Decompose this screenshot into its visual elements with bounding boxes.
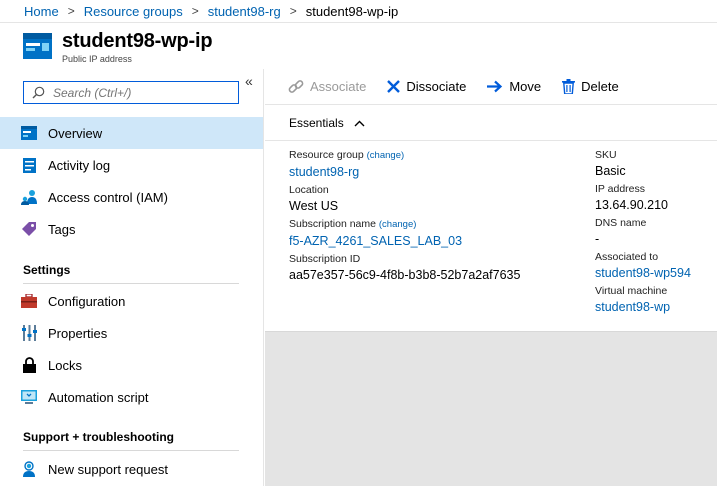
- arrow-right-icon: [487, 80, 503, 93]
- search-icon: [32, 86, 45, 99]
- sidebar-item-activity-log[interactable]: Activity log: [0, 149, 263, 181]
- toolbox-icon: [21, 293, 37, 309]
- ip-address-label: IP address: [595, 183, 646, 195]
- section-divider: [23, 283, 239, 284]
- activity-log-icon: [21, 157, 37, 173]
- sidebar-item-label: Configuration: [48, 293, 126, 309]
- essentials-title: Essentials: [289, 116, 344, 130]
- virtual-machine-link[interactable]: student98-wp: [595, 298, 691, 316]
- page-subtitle: Public IP address: [62, 54, 132, 64]
- sidebar-item-automation-script[interactable]: Automation script: [0, 381, 263, 413]
- subscription-id-value: aa57e357-56c9-4f8b-b3b8-52b7a2af7635: [289, 268, 521, 282]
- chevron-right-icon: >: [289, 4, 297, 18]
- link-icon: [288, 79, 304, 95]
- dns-name-value: -: [595, 232, 600, 246]
- search-box[interactable]: [23, 81, 239, 104]
- resource-group-link[interactable]: student98-rg: [289, 163, 520, 181]
- subscription-name-link[interactable]: f5-AZR_4261_SALES_LAB_03: [289, 232, 520, 250]
- breadcrumb-resource-groups[interactable]: Resource groups: [84, 4, 183, 19]
- essentials-right-column: SKU Basic IP address 13.64.90.210 DNS na…: [595, 148, 691, 318]
- trash-icon: [562, 79, 576, 94]
- sidebar-item-label: Properties: [48, 325, 108, 341]
- associated-to-label: Associated to: [595, 251, 659, 263]
- delete-button[interactable]: Delete: [562, 79, 619, 94]
- breadcrumb: Home > Resource groups > student98-rg > …: [0, 0, 717, 23]
- automation-script-icon: [21, 389, 37, 405]
- lock-icon: [21, 357, 37, 373]
- sidebar-item-overview[interactable]: Overview: [0, 117, 263, 149]
- sidebar-item-label: Locks: [48, 357, 82, 373]
- chevron-right-icon: >: [67, 4, 75, 18]
- breadcrumb-current: student98-wp-ip: [305, 3, 399, 19]
- subscription-name-label: Subscription name: [289, 218, 376, 230]
- sidebar-item-configuration[interactable]: Configuration: [0, 285, 263, 317]
- public-ip-icon: [23, 33, 52, 59]
- sidebar-item-access-control[interactable]: Access control (IAM): [0, 181, 263, 213]
- ip-address-value: 13.64.90.210: [595, 198, 668, 212]
- virtual-machine-label: Virtual machine: [595, 285, 668, 297]
- sidebar-item-label: Access control (IAM): [48, 189, 168, 205]
- dissociate-button[interactable]: Dissociate: [387, 79, 466, 94]
- close-icon: [387, 80, 401, 93]
- tag-icon: [21, 221, 37, 237]
- essentials-toggle[interactable]: Essentials: [265, 106, 717, 141]
- sku-value: Basic: [595, 164, 626, 178]
- move-button[interactable]: Move: [487, 79, 541, 94]
- essentials-left-column: Resource group (change) student98-rg Loc…: [289, 148, 520, 286]
- sidebar-item-properties[interactable]: Properties: [0, 317, 263, 349]
- sidebar-item-locks[interactable]: Locks: [0, 349, 263, 381]
- sidebar-item-label: Overview: [48, 125, 103, 141]
- sidebar-item-label: Tags: [48, 221, 76, 237]
- content-area: [265, 331, 717, 486]
- chevron-right-icon: >: [191, 4, 199, 18]
- collapse-sidebar-button[interactable]: «: [245, 73, 253, 89]
- support-person-icon: [21, 461, 37, 477]
- settings-section-title: Settings: [23, 263, 71, 277]
- sidebar-item-label: Activity log: [48, 157, 111, 173]
- dns-name-label: DNS name: [595, 217, 647, 229]
- command-bar: Associate Dissociate Move Delete: [265, 69, 717, 105]
- subscription-id-label: Subscription ID: [289, 253, 361, 265]
- resource-group-label: Resource group: [289, 149, 364, 161]
- overview-icon: [21, 125, 37, 141]
- location-label: Location: [289, 184, 329, 196]
- associated-to-link[interactable]: student98-wp594: [595, 264, 691, 282]
- sku-label: SKU: [595, 149, 617, 161]
- properties-icon: [21, 325, 37, 341]
- iam-icon: [21, 189, 37, 205]
- sidebar-item-label: Automation script: [48, 389, 149, 405]
- change-subscription-link[interactable]: (change): [379, 219, 417, 230]
- breadcrumb-resource-group[interactable]: student98-rg: [208, 4, 281, 19]
- sidebar-item-label: New support request: [48, 461, 168, 477]
- breadcrumb-home[interactable]: Home: [24, 4, 59, 19]
- resource-header: student98-wp-ip Public IP address: [0, 23, 717, 69]
- change-resource-group-link[interactable]: (change): [367, 150, 405, 161]
- search-input[interactable]: [53, 85, 233, 100]
- section-divider: [23, 450, 239, 451]
- support-section-title: Support + troubleshooting: [23, 430, 174, 444]
- sidebar-item-new-support-request[interactable]: New support request: [0, 453, 263, 485]
- sidebar-item-tags[interactable]: Tags: [0, 213, 263, 245]
- sidebar: « Overview Activity log Access control (…: [0, 69, 264, 486]
- associate-button[interactable]: Associate: [288, 79, 366, 95]
- location-value: West US: [289, 199, 339, 213]
- page-title: student98-wp-ip: [62, 30, 213, 52]
- chevron-up-icon: [354, 116, 365, 130]
